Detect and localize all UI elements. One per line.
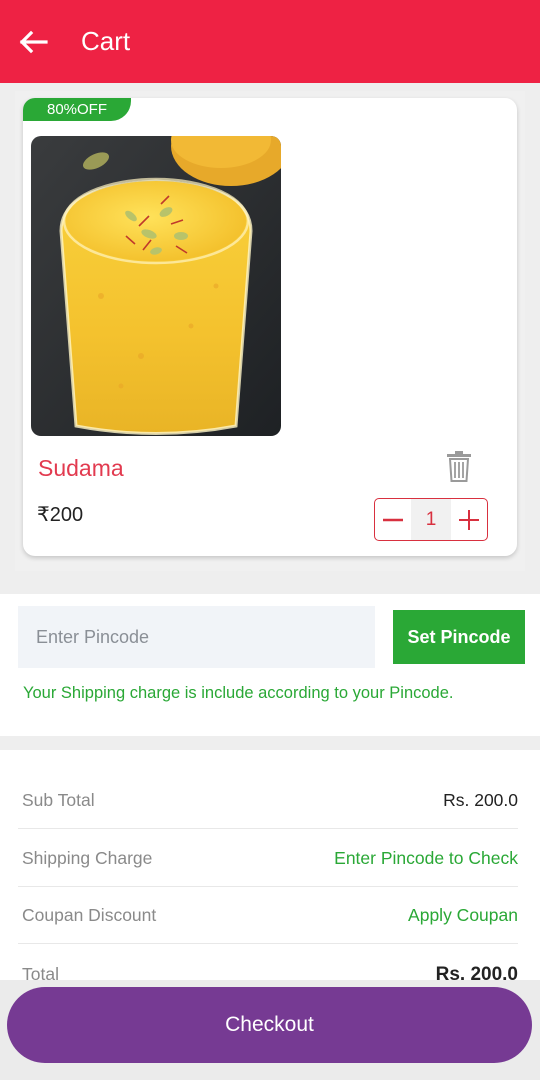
checkout-button[interactable]: Checkout xyxy=(7,987,532,1063)
product-image xyxy=(31,136,281,436)
product-name: Sudama xyxy=(38,455,124,481)
shipping-note: Your Shipping charge is include accordin… xyxy=(23,684,454,702)
check-pincode-link[interactable]: Enter Pincode to Check xyxy=(334,848,518,869)
subtotal-row: Sub Total Rs. 200.0 xyxy=(18,772,518,829)
order-summary: Sub Total Rs. 200.0 Shipping Charge Ente… xyxy=(0,750,540,980)
minus-icon xyxy=(383,518,403,521)
shipping-charge-row: Shipping Charge Enter Pincode to Check xyxy=(18,830,518,887)
checkout-bar: Checkout xyxy=(0,980,540,1080)
increase-quantity-button[interactable] xyxy=(451,499,487,540)
apply-coupon-link[interactable]: Apply Coupan xyxy=(408,905,518,926)
total-row: Total Rs. 200.0 xyxy=(18,946,518,981)
product-price: ₹200 xyxy=(37,504,84,526)
subtotal-label: Sub Total xyxy=(22,789,95,810)
total-label: Total xyxy=(22,964,59,980)
app-bar: Cart xyxy=(0,0,540,83)
subtotal-value: Rs. 200.0 xyxy=(443,789,518,810)
trash-icon xyxy=(447,451,471,482)
plus-icon xyxy=(459,509,479,530)
pincode-input[interactable] xyxy=(18,606,375,668)
delete-item-button[interactable] xyxy=(445,450,473,482)
set-pincode-button[interactable]: Set Pincode xyxy=(393,610,525,664)
back-button[interactable] xyxy=(0,0,66,83)
pincode-section: Set Pincode Your Shipping charge is incl… xyxy=(0,594,540,736)
quantity-value: 1 xyxy=(411,499,451,540)
shipping-charge-label: Shipping Charge xyxy=(22,847,153,868)
coupon-discount-row: Coupan Discount Apply Coupan xyxy=(18,887,518,944)
decrease-quantity-button[interactable] xyxy=(375,499,411,540)
total-value: Rs. 200.0 xyxy=(435,963,518,981)
page-title: Cart xyxy=(81,26,131,56)
discount-badge: 80%OFF xyxy=(23,98,131,121)
cart-list: 80%OFF Sudama ₹200 1 xyxy=(15,91,525,571)
coupon-discount-label: Coupan Discount xyxy=(22,904,157,925)
arrow-left-icon xyxy=(19,30,48,53)
quantity-stepper: 1 xyxy=(374,498,488,541)
cart-item-card: 80%OFF Sudama ₹200 1 xyxy=(23,98,517,556)
